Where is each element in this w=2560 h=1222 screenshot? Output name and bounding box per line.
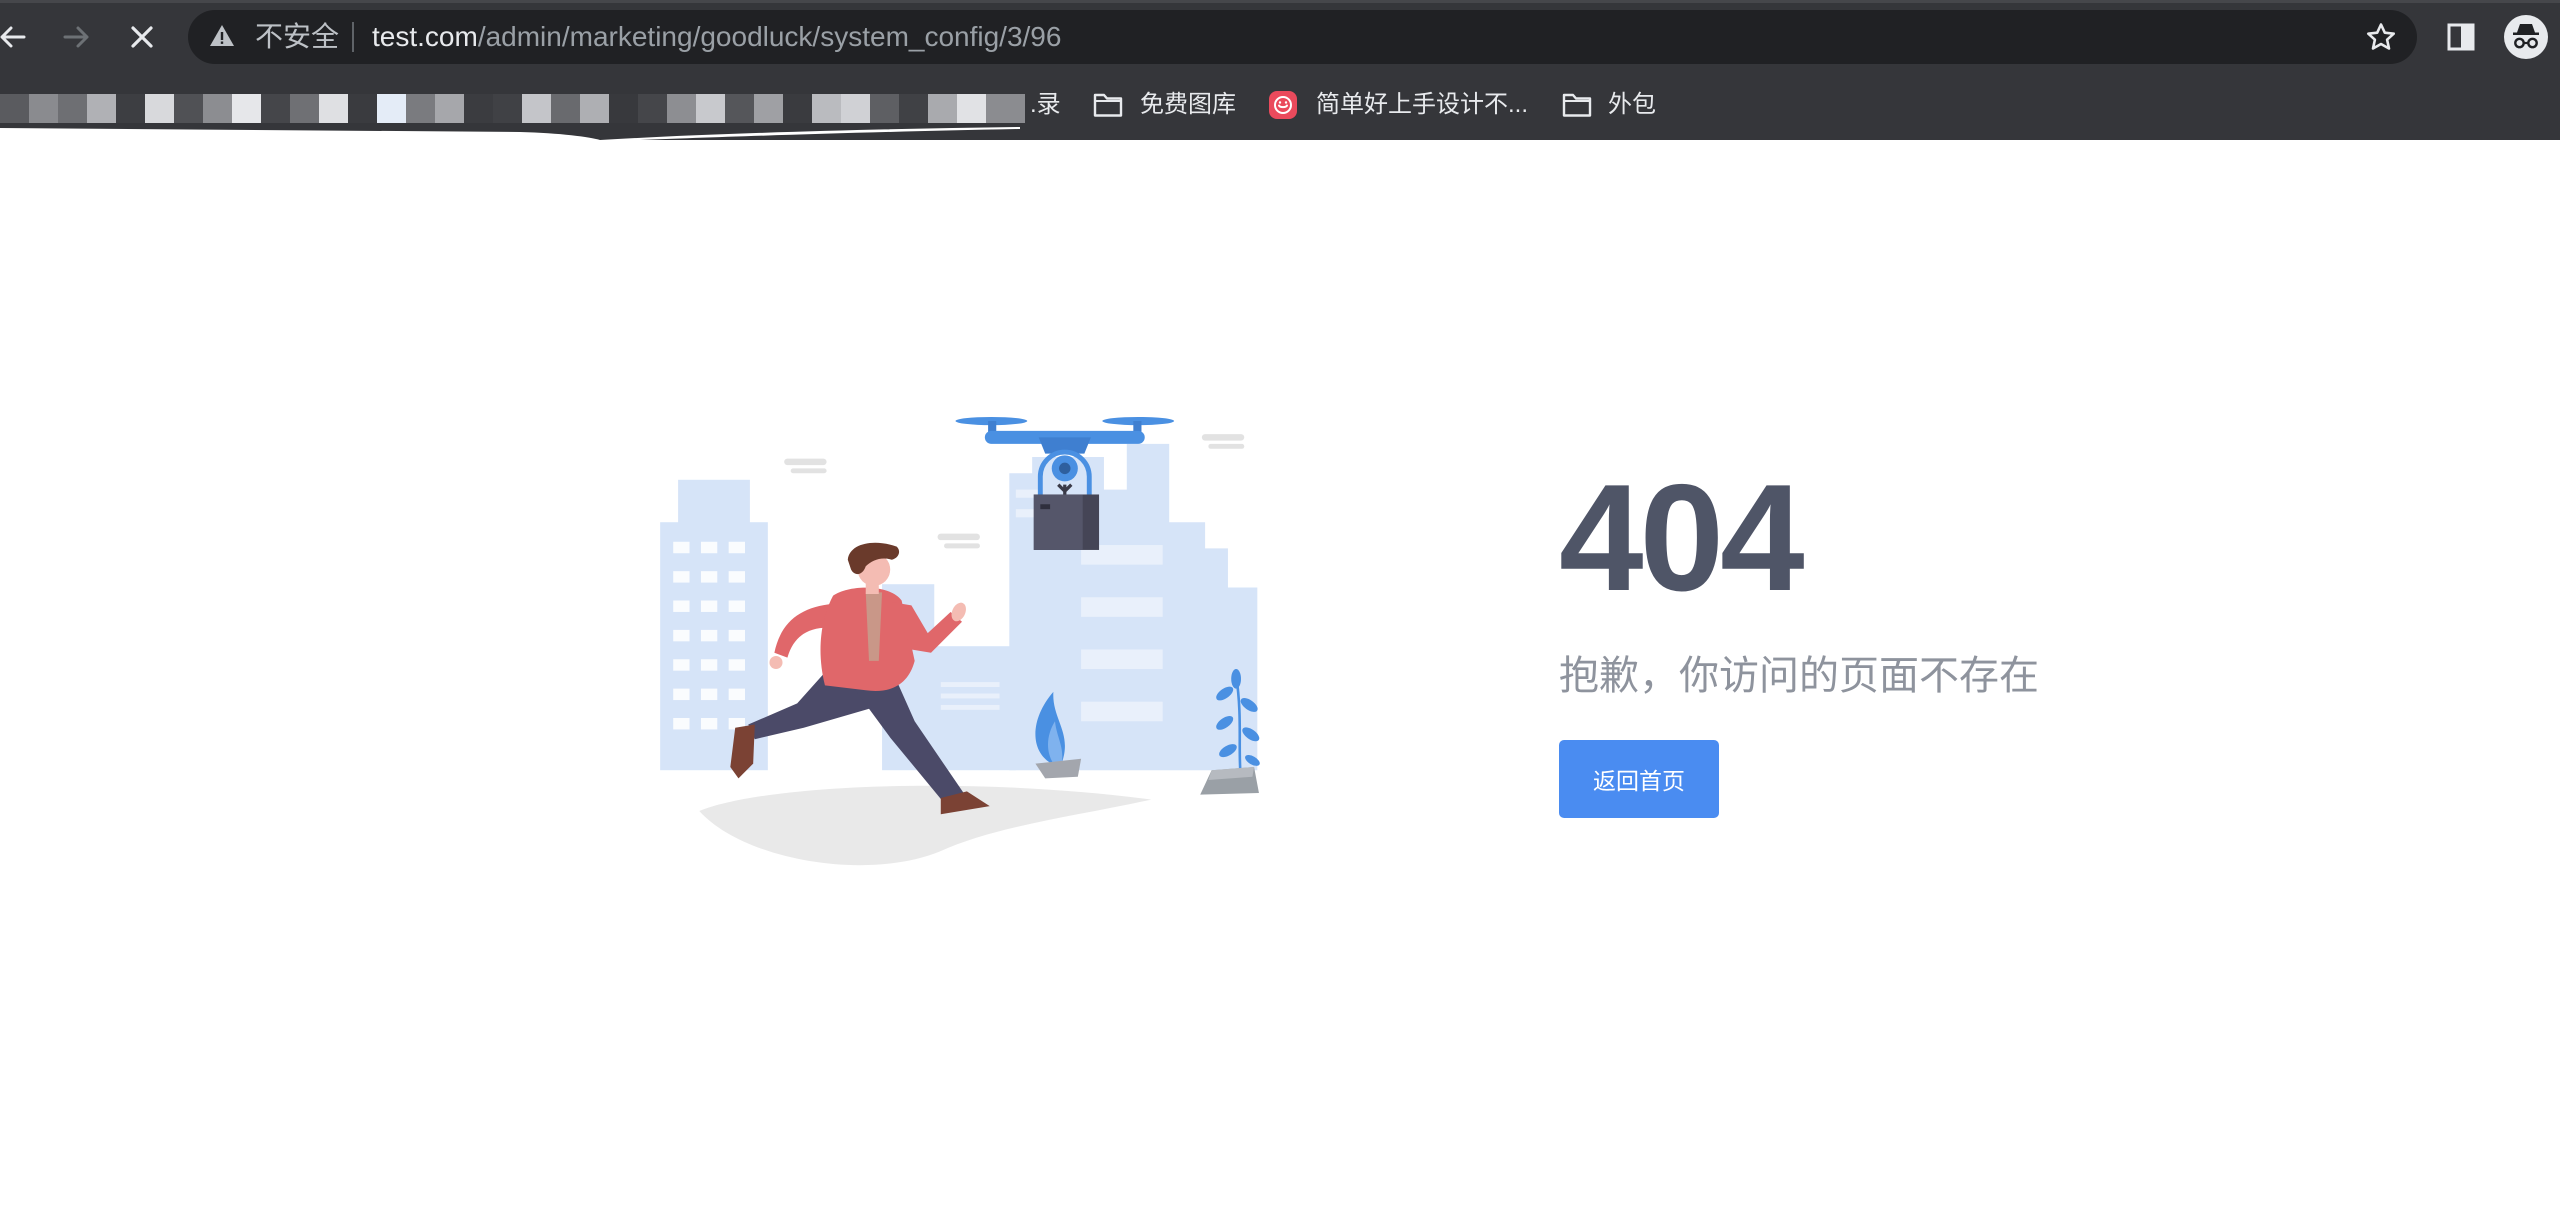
- error-message: 抱歉，你访问的页面不存在: [1559, 654, 2039, 698]
- error-code: 404: [1559, 453, 1805, 623]
- warning-icon[interactable]: [209, 23, 235, 49]
- folder-icon: [1093, 93, 1123, 117]
- sidebar-icon[interactable]: [2447, 23, 2475, 51]
- url-host: test.com: [372, 21, 478, 52]
- bookmark-item-outsourcing[interactable]: 外包: [1608, 90, 1656, 120]
- tab-strip-edge: [0, 0, 2560, 3]
- app-icon: [1269, 91, 1297, 119]
- bookmark-item-design-tool[interactable]: 简单好上手设计不...: [1316, 90, 1528, 120]
- bookmark-item-redacted[interactable]: .录: [1030, 90, 1061, 120]
- forward-icon[interactable]: [61, 21, 93, 53]
- stop-icon[interactable]: [126, 21, 158, 53]
- back-to-home-button[interactable]: 返回首页: [1559, 740, 1719, 818]
- redaction-swoosh: [0, 127, 1020, 140]
- ground-shadow: [699, 785, 1152, 866]
- security-chip-label[interactable]: 不安全: [255, 18, 339, 56]
- url-path: /admin/marketing/goodluck/system_config/…: [477, 21, 1062, 52]
- omnibox-divider: [352, 22, 354, 52]
- bookmark-item-free-images[interactable]: 免费图库: [1140, 90, 1236, 120]
- star-icon[interactable]: [2365, 21, 2397, 53]
- folder-icon: [1562, 93, 1592, 117]
- incognito-avatar[interactable]: [2503, 14, 2549, 60]
- back-icon[interactable]: [0, 21, 28, 53]
- redacted-bookmarks-mosaic: [0, 94, 1025, 123]
- error-illustration: [660, 416, 1260, 866]
- url-text[interactable]: test.com/admin/marketing/goodluck/system…: [372, 18, 1061, 56]
